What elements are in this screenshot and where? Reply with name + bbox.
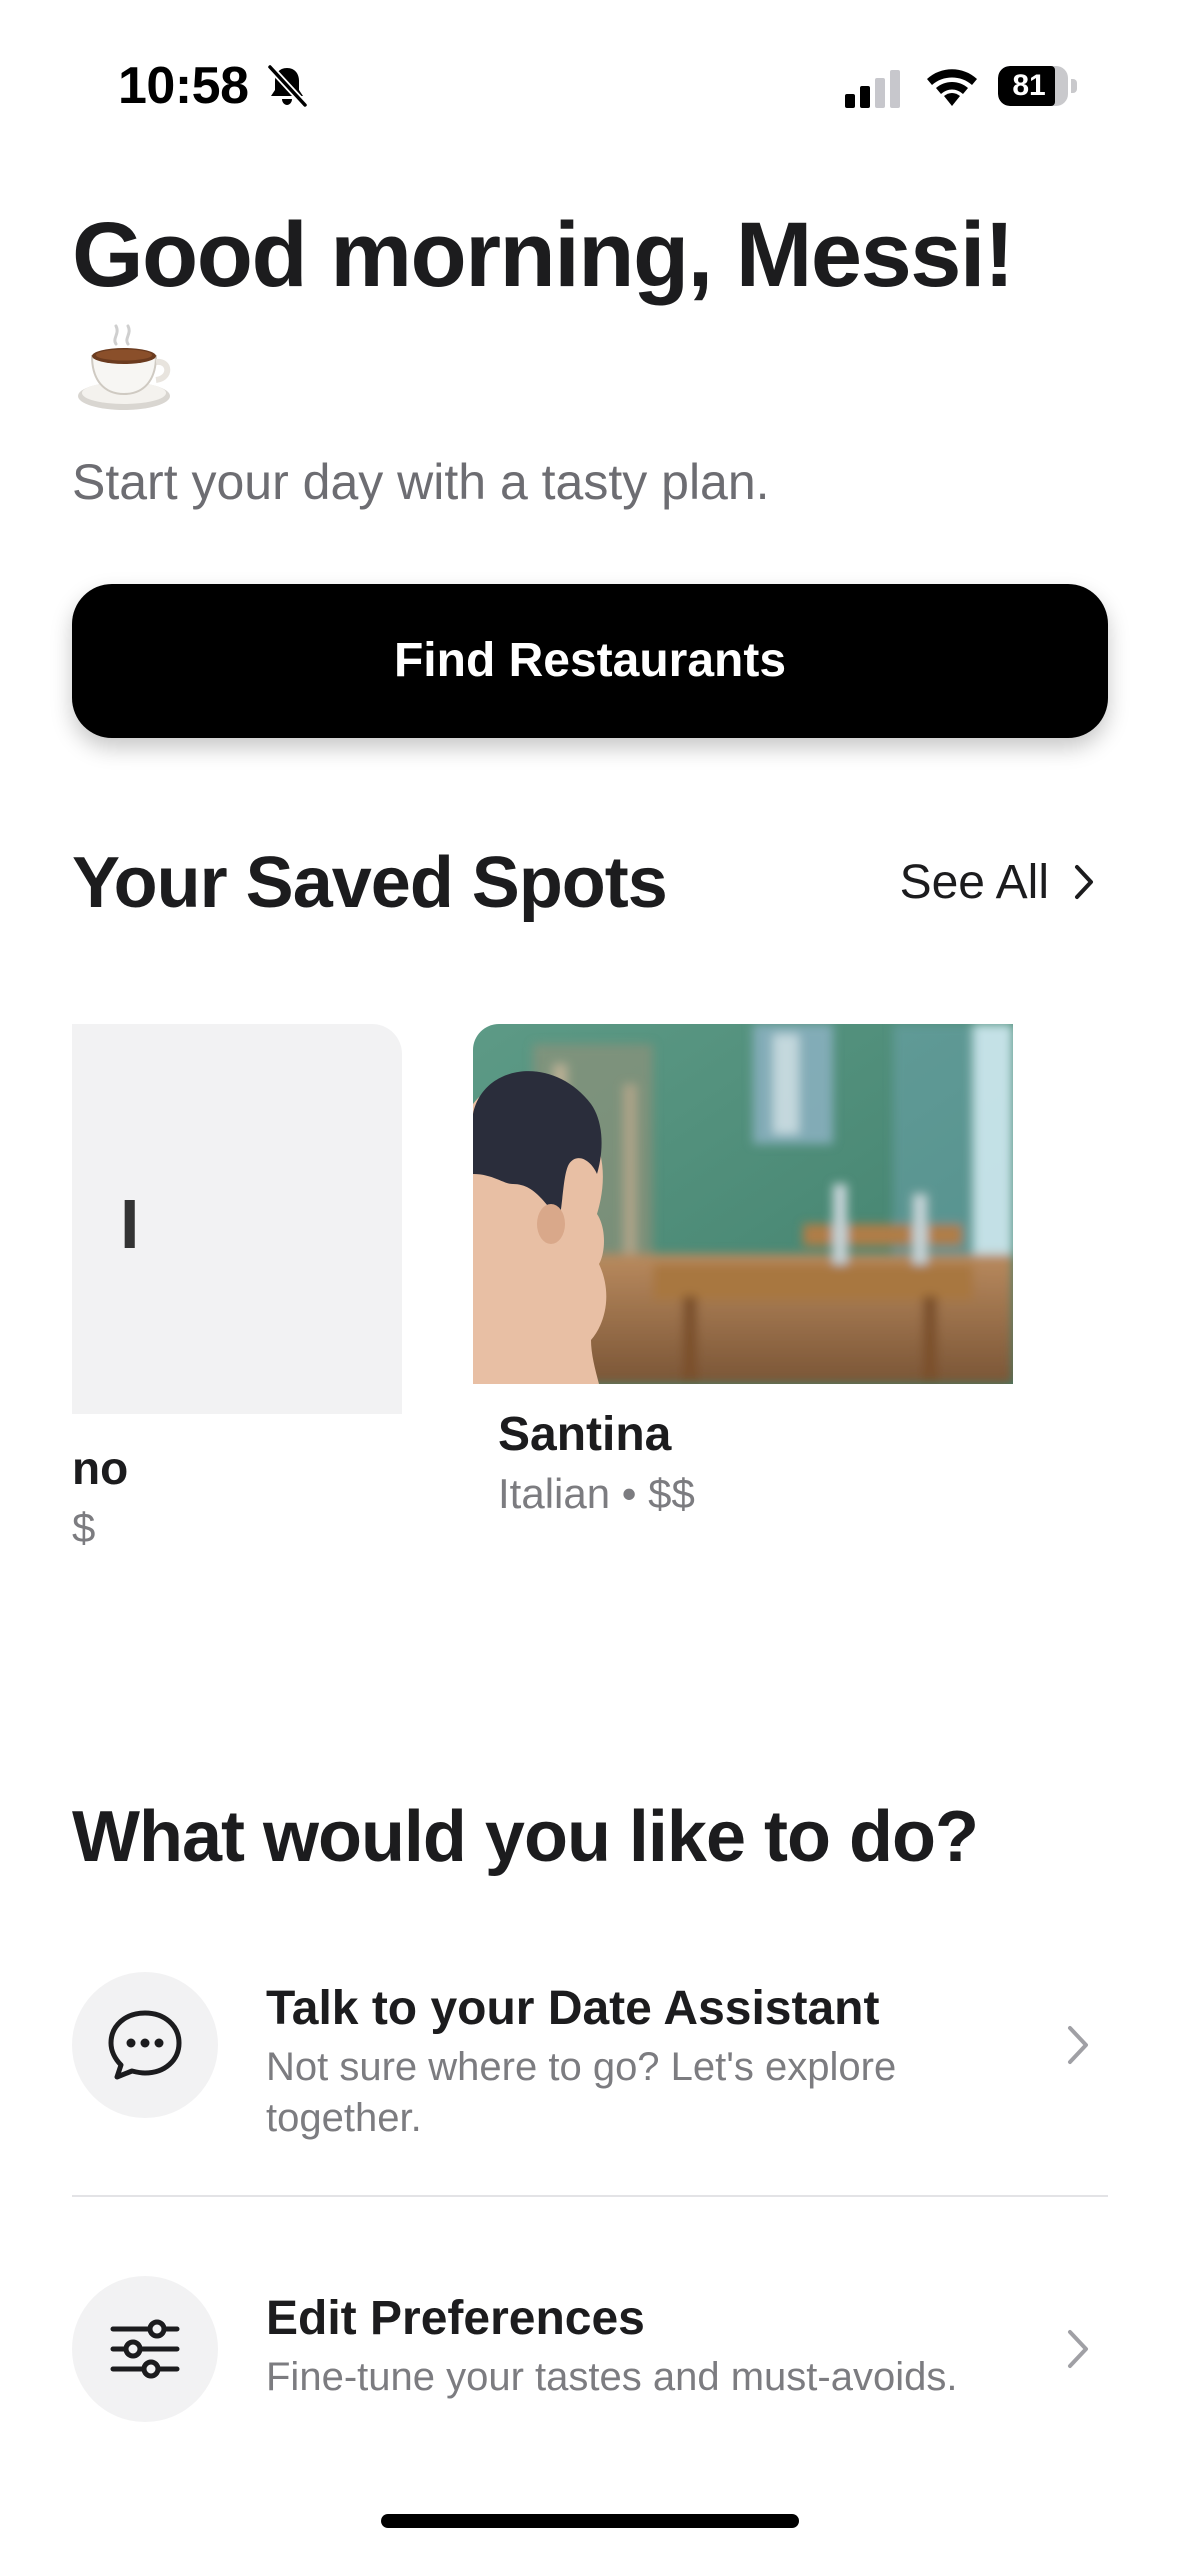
action-icon-circle xyxy=(72,2276,218,2422)
status-time: 10:58 xyxy=(118,57,249,115)
action-icon-circle xyxy=(72,1972,218,2118)
chevron-right-icon xyxy=(1075,865,1093,899)
wifi-icon xyxy=(927,69,977,106)
placeholder-letter: I xyxy=(120,1185,140,1263)
battery-level: 81 xyxy=(1012,69,1046,102)
greeting-subtitle: Start your day with a tasty plan. xyxy=(72,454,770,510)
saved-spot-name: Santina xyxy=(498,1408,672,1461)
coffee-cup-icon xyxy=(78,324,171,410)
status-bar: 10:58 81 xyxy=(0,0,1179,140)
date-assistant-row[interactable]: Talk to your Date Assistant Not sure whe… xyxy=(72,1972,1108,2172)
action-title: Edit Preferences xyxy=(266,2292,645,2345)
saved-spot-name: no xyxy=(72,1442,129,1494)
battery-cap xyxy=(1071,79,1077,93)
chevron-right-icon xyxy=(1068,2026,1088,2064)
see-all-label: See All xyxy=(899,855,1049,909)
action-title: Talk to your Date Assistant xyxy=(266,1982,880,2035)
action-description: Fine-tune your tastes and must-avoids. xyxy=(266,2355,958,2399)
bell-slash-icon xyxy=(267,64,308,108)
restaurant-photo xyxy=(473,1024,1013,1384)
chevron-right-icon xyxy=(1068,2330,1088,2368)
greeting-title: Good morning, Messi! xyxy=(72,204,1015,306)
cellular-signal-icon xyxy=(845,70,900,108)
saved-spot-meta: Italian • $$ xyxy=(498,1470,695,1517)
divider xyxy=(72,2195,1108,2197)
actions-title: What would you like to do? xyxy=(72,1797,979,1877)
battery-body: 81 xyxy=(998,66,1068,106)
find-restaurants-button[interactable]: Find Restaurants xyxy=(72,584,1108,738)
battery-icon: 81 xyxy=(998,66,1078,106)
sliders-icon xyxy=(110,2319,180,2379)
saved-spots-title: Your Saved Spots xyxy=(72,843,668,923)
action-description: Not sure where to go? Let's explore toge… xyxy=(266,2045,897,2140)
chat-bubble-icon xyxy=(108,2010,182,2080)
saved-spot-meta: $ xyxy=(72,1504,96,1551)
saved-spot-card-image[interactable] xyxy=(473,1024,1013,1384)
saved-spot-card-image-placeholder[interactable]: I xyxy=(72,1024,402,1414)
home-indicator[interactable] xyxy=(381,2514,799,2528)
edit-preferences-row[interactable]: Edit Preferences Fine-tune your tastes a… xyxy=(72,2276,1108,2436)
see-all-button[interactable]: See All xyxy=(900,852,1095,912)
